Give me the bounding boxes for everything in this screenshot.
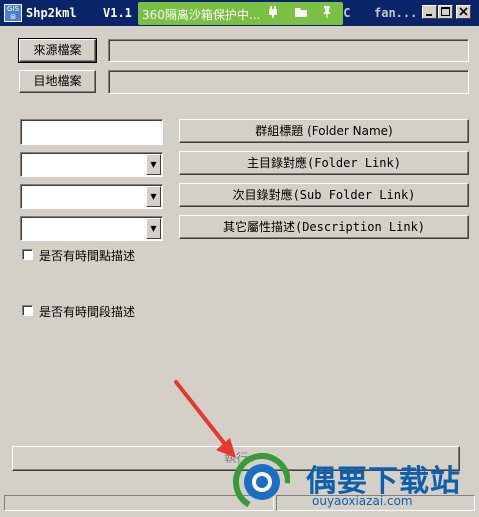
pin-icon[interactable] xyxy=(318,5,336,23)
chevron-down-icon[interactable]: ▼ xyxy=(146,154,161,175)
window-title: Shp2kml xyxy=(26,6,77,20)
group-title-button[interactable]: 群組標題 (Folder Name) xyxy=(179,119,469,143)
time-point-label: 是否有時間點描述 xyxy=(39,249,136,263)
minimize-icon xyxy=(426,14,432,16)
target-file-button[interactable]: 目地檔案 xyxy=(19,70,96,93)
close-button[interactable] xyxy=(456,5,471,19)
group-title-input[interactable] xyxy=(20,119,163,145)
source-file-button[interactable]: 來源檔案 xyxy=(18,38,97,63)
chevron-down-icon[interactable]: ▼ xyxy=(146,186,161,207)
sub-dir-button[interactable]: 次目錄對應(Sub Folder Link) xyxy=(179,183,469,207)
sandbox-badge[interactable]: 360隔离沙箱保护中... xyxy=(138,2,343,25)
source-file-path-field[interactable] xyxy=(108,39,469,62)
red-arrow-annotation xyxy=(174,380,236,458)
other-attr-button[interactable]: 其它屬性描述(Description Link) xyxy=(179,215,469,239)
maximize-button[interactable] xyxy=(438,5,453,19)
main-dir-button[interactable]: 主目錄對應(Folder Link) xyxy=(179,151,469,175)
plug-icon[interactable] xyxy=(264,5,282,23)
time-span-checkbox[interactable] xyxy=(22,305,33,316)
title-extra-text-2: fan... xyxy=(374,6,418,20)
maximize-icon xyxy=(441,7,450,16)
target-file-path-field[interactable] xyxy=(108,70,469,94)
time-span-label: 是否有時間段描述 xyxy=(39,305,136,319)
close-icon xyxy=(459,7,468,16)
main-dir-combobox[interactable]: ▼ xyxy=(20,152,163,177)
title-bar: GIS ⊞ Shp2kml V1.1 CC fan... 360隔离沙箱保护中..… xyxy=(0,0,479,26)
watermark-logo-icon xyxy=(233,453,290,511)
watermark-url: ouyaoxiazai.com xyxy=(312,494,413,508)
minimize-button[interactable] xyxy=(422,5,437,19)
other-attr-combobox[interactable]: ▼ xyxy=(20,216,163,241)
sandbox-text: 360隔离沙箱保护中... xyxy=(142,8,261,22)
window-version: V1.1 xyxy=(103,6,132,20)
time-point-checkbox[interactable] xyxy=(22,249,33,260)
chevron-down-icon[interactable]: ▼ xyxy=(146,218,161,239)
folder-icon[interactable] xyxy=(292,5,310,23)
sub-dir-combobox[interactable]: ▼ xyxy=(20,184,163,209)
watermark: 偶要下载站 ouyaoxiazai.com xyxy=(232,452,477,514)
app-icon: GIS ⊞ xyxy=(4,4,22,22)
